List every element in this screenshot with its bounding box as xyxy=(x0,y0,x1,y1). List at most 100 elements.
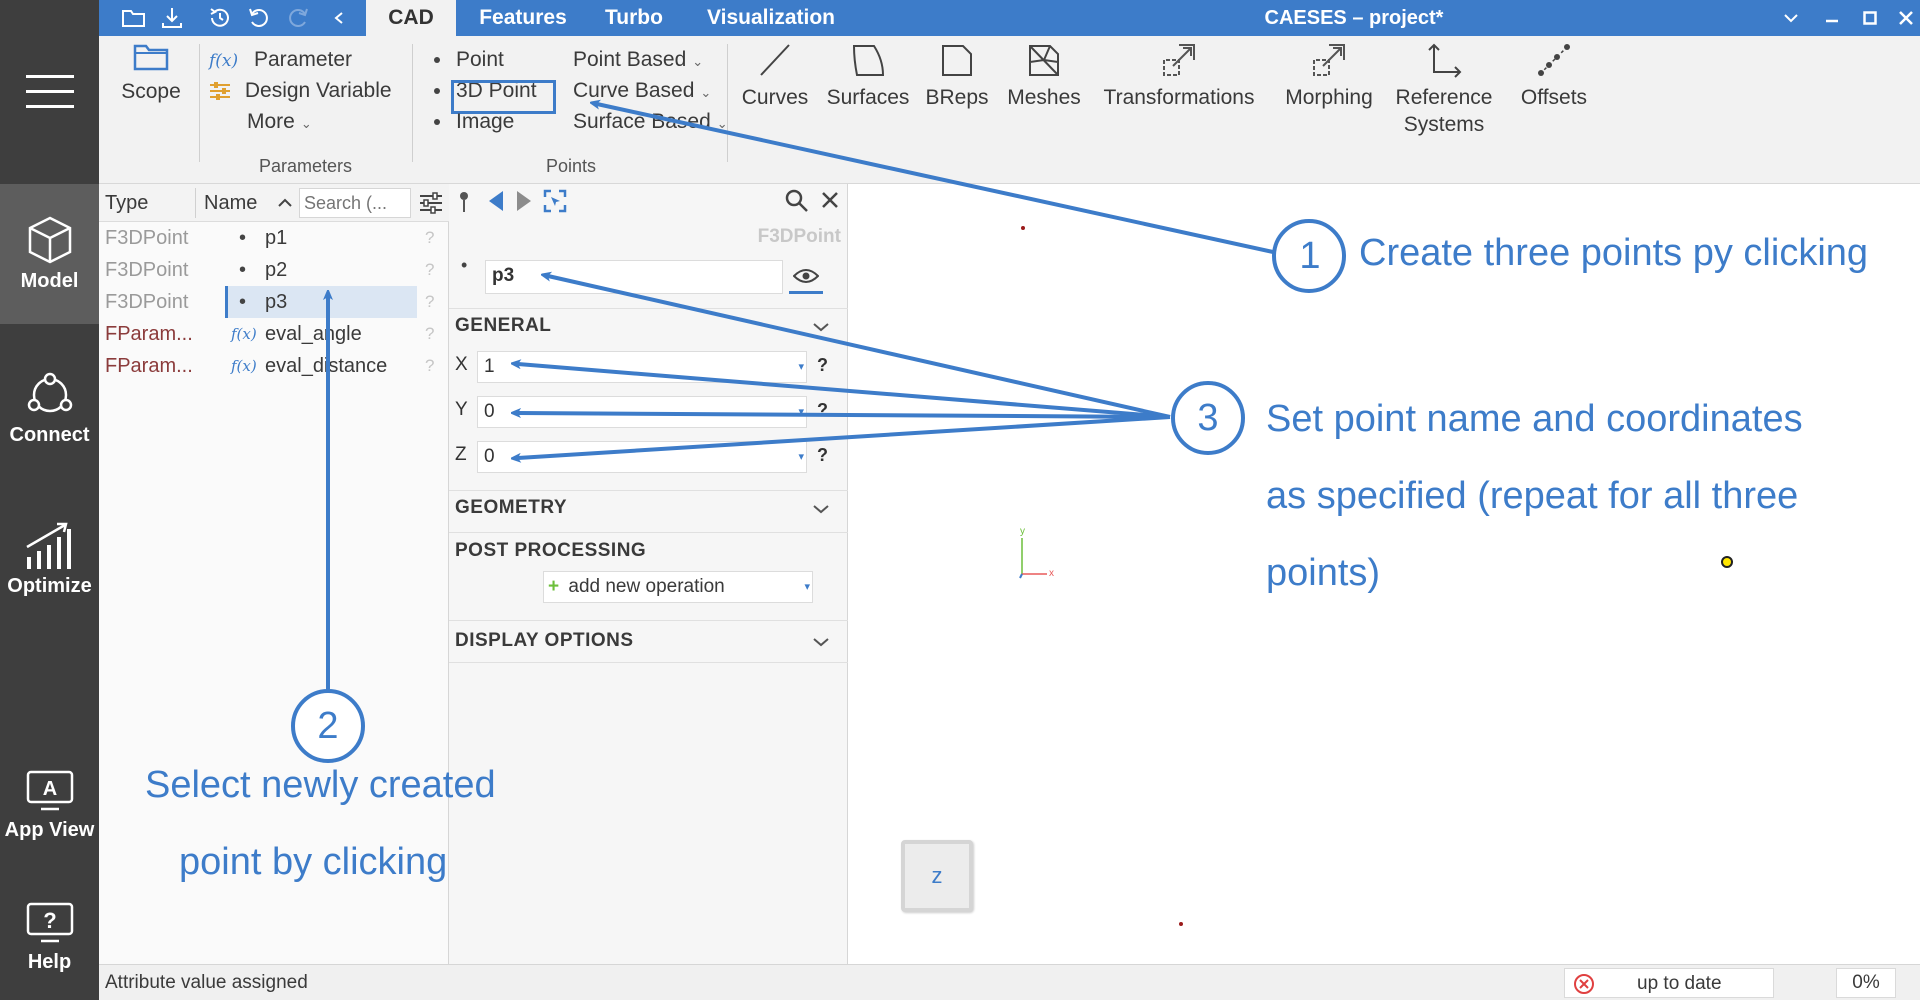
tab-features[interactable]: Features xyxy=(459,0,587,36)
surface-icon xyxy=(852,45,885,76)
chevron-down-icon[interactable] xyxy=(813,504,829,514)
tab-visualization[interactable]: Visualization xyxy=(681,0,861,36)
surfaces-button[interactable]: Surfaces xyxy=(823,42,913,111)
meshes-button[interactable]: Meshes xyxy=(1004,42,1084,111)
chevron-down-icon[interactable] xyxy=(813,637,829,647)
more-button[interactable]: More ⌄ xyxy=(247,110,312,134)
dropdown-arrow-icon[interactable]: ▾ xyxy=(798,352,804,382)
reference-systems-button[interactable]: Reference Systems xyxy=(1389,42,1499,138)
redo-button[interactable] xyxy=(283,0,313,36)
row-help-icon[interactable]: ? xyxy=(425,350,434,382)
row-help-icon[interactable]: ? xyxy=(425,254,434,286)
visibility-toggle[interactable] xyxy=(789,260,823,294)
tree-row[interactable]: F3DPoint • p1 ? xyxy=(99,222,449,254)
open-button[interactable] xyxy=(119,0,149,36)
minimize-icon xyxy=(1826,19,1838,23)
collapse-tabs-button[interactable] xyxy=(327,0,351,36)
hamburger-menu-button[interactable] xyxy=(0,0,99,184)
general-section-header[interactable]: GENERAL xyxy=(455,315,551,337)
select-in-viewport-button[interactable] xyxy=(543,189,567,218)
nav-optimize[interactable]: Optimize xyxy=(0,504,99,614)
type-column-header[interactable]: Type xyxy=(105,192,148,215)
scope-button[interactable]: Scope xyxy=(121,42,181,105)
nav-help[interactable]: ? Help xyxy=(0,882,99,992)
y-help-icon[interactable]: ? xyxy=(817,400,828,421)
x-help-icon[interactable]: ? xyxy=(817,355,828,376)
y-coordinate-field[interactable]: 0 ▾ xyxy=(477,396,807,428)
tree-search-input[interactable] xyxy=(299,188,411,218)
nav-connect[interactable]: Connect xyxy=(0,354,99,464)
x-coordinate-field[interactable]: 1 ▾ xyxy=(477,351,807,383)
tree-row[interactable]: F3DPoint • p2 ? xyxy=(99,254,449,286)
dropdown-arrow-icon[interactable]: ▾ xyxy=(798,397,804,427)
z-help-icon[interactable]: ? xyxy=(817,445,828,466)
close-button[interactable] xyxy=(1891,0,1920,36)
point-button[interactable]: Point xyxy=(434,48,504,72)
point-based-button[interactable]: Point Based ⌄ xyxy=(573,48,703,72)
update-status-box[interactable]: up to date xyxy=(1564,968,1774,998)
maximize-button[interactable] xyxy=(1855,0,1885,36)
geometry-section-header[interactable]: GEOMETRY xyxy=(455,497,567,519)
curves-button[interactable]: Curves xyxy=(735,42,815,111)
tree-row[interactable]: FParam... f(x) eval_angle ? xyxy=(99,318,449,350)
nav-app-view[interactable]: A App View xyxy=(0,750,99,860)
search-button[interactable] xyxy=(785,189,809,218)
dropdown-arrow-icon[interactable]: ▾ xyxy=(798,442,804,472)
undo-button[interactable] xyxy=(244,0,274,36)
pin-button[interactable] xyxy=(457,190,471,219)
tab-cad[interactable]: CAD xyxy=(366,0,456,36)
undo-icon xyxy=(249,8,268,27)
minimize-button[interactable] xyxy=(1817,0,1847,36)
forward-button[interactable] xyxy=(515,190,533,217)
tab-turbo[interactable]: Turbo xyxy=(589,0,679,36)
parameter-button[interactable]: f(x) Parameter xyxy=(209,48,352,72)
selected-point-marker[interactable] xyxy=(1721,556,1733,568)
maximize-icon xyxy=(1863,11,1877,25)
surface-based-button[interactable]: Surface Based ⌄ xyxy=(573,110,728,134)
z-value: 0 xyxy=(484,446,495,467)
ribbon-collapse-button[interactable] xyxy=(1776,0,1806,36)
bullet-icon xyxy=(434,57,440,64)
filter-sliders-icon xyxy=(420,192,442,214)
tree-row-selected[interactable]: F3DPoint • p3 ? xyxy=(99,286,449,318)
design-variable-button[interactable]: Design Variable xyxy=(209,79,392,103)
morphing-button[interactable]: Morphing xyxy=(1279,42,1379,111)
add-operation-dropdown[interactable]: + add new operation ▾ xyxy=(543,571,813,603)
name-field[interactable]: p3 xyxy=(485,260,783,294)
display-options-section-header[interactable]: DISPLAY OPTIONS xyxy=(455,630,634,652)
step1-text: Create three points py clicking xyxy=(1359,232,1869,274)
row-help-icon[interactable]: ? xyxy=(425,286,434,318)
chevron-down-icon[interactable] xyxy=(813,322,829,332)
filter-settings-button[interactable] xyxy=(417,190,445,216)
save-button[interactable] xyxy=(157,0,187,36)
post-processing-section-header[interactable]: POST PROCESSING xyxy=(455,540,646,562)
point-marker[interactable] xyxy=(1179,922,1183,926)
close-panel-button[interactable] xyxy=(821,191,839,214)
row-name: eval_angle xyxy=(265,323,362,345)
tree-row[interactable]: FParam... f(x) eval_distance ? xyxy=(99,350,449,382)
history-button[interactable] xyxy=(205,0,235,36)
sort-button[interactable] xyxy=(274,191,296,215)
breps-button[interactable]: BReps xyxy=(921,42,993,111)
curve-based-label: Curve Based xyxy=(573,79,695,102)
bullet-icon: • xyxy=(461,255,468,275)
transformations-button[interactable]: Transformations xyxy=(1099,42,1259,111)
row-help-icon[interactable]: ? xyxy=(425,222,434,254)
offsets-button[interactable]: Offsets xyxy=(1509,42,1599,111)
3d-viewport[interactable]: y x z xyxy=(849,184,1920,964)
name-column-header[interactable]: Name xyxy=(204,192,257,215)
redo-icon xyxy=(289,8,308,27)
view-cube[interactable]: z xyxy=(901,840,973,912)
column-divider xyxy=(195,188,196,218)
back-button[interactable] xyxy=(487,190,505,217)
point-marker[interactable] xyxy=(1021,226,1025,230)
nav-model[interactable]: Model xyxy=(0,184,99,324)
image-button[interactable]: Image xyxy=(434,110,514,134)
history-icon xyxy=(210,8,229,27)
selection-highlight xyxy=(225,286,417,318)
z-coordinate-field[interactable]: 0 ▾ xyxy=(477,441,807,473)
row-help-icon[interactable]: ? xyxy=(425,318,434,350)
general-section-label: GENERAL xyxy=(455,315,552,336)
curve-based-button[interactable]: Curve Based ⌄ xyxy=(573,79,711,103)
point-based-label: Point Based xyxy=(573,48,687,71)
